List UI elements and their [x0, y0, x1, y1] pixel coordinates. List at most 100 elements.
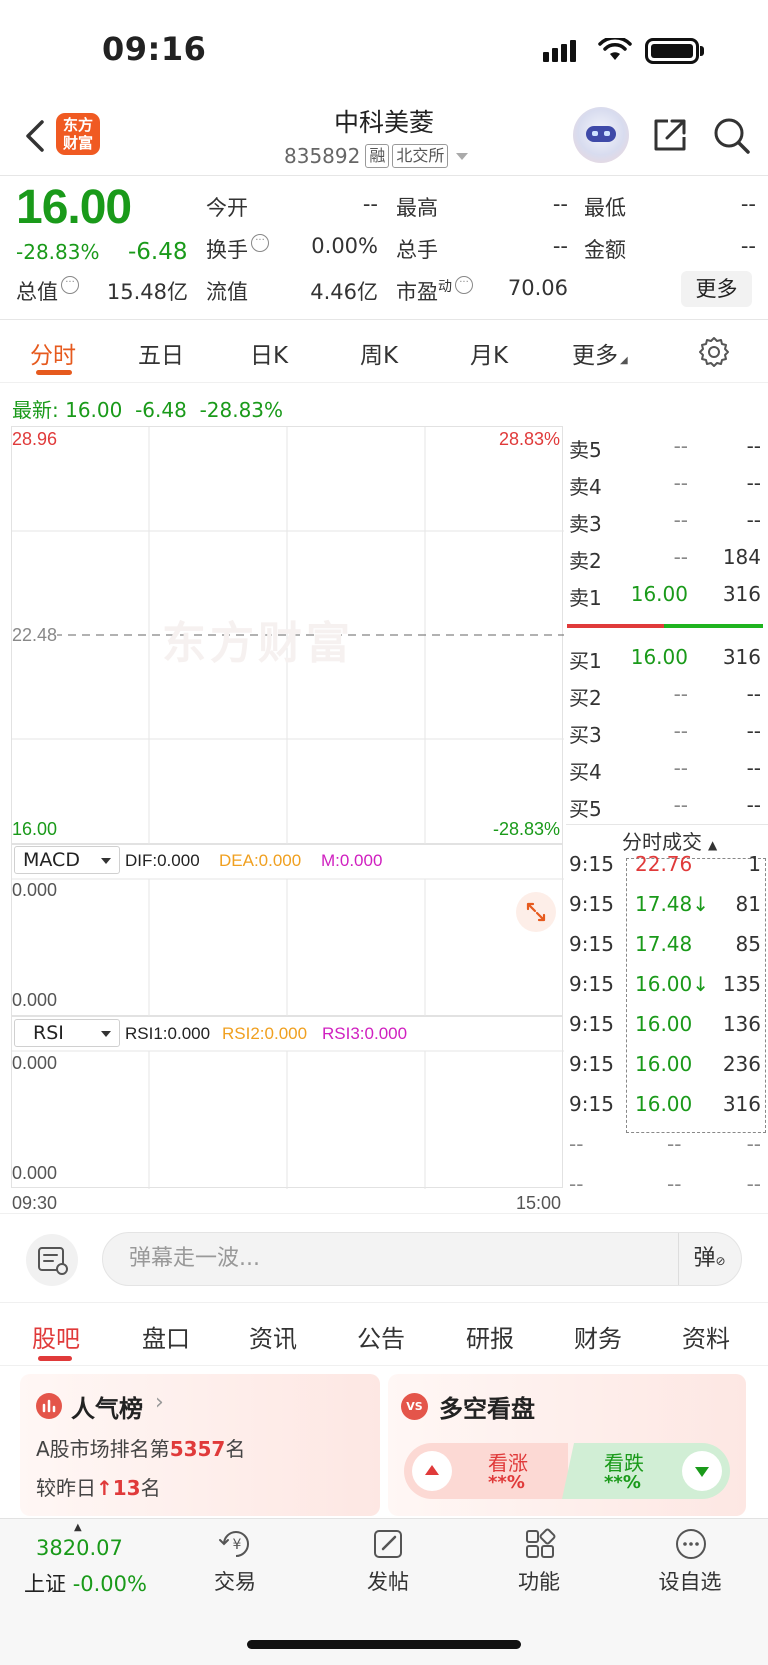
more-dots-icon[interactable]	[673, 1526, 709, 1562]
current-price: 16.00	[16, 181, 132, 234]
chevron-down-icon	[101, 1031, 111, 1037]
y-axis-top: 28.96	[12, 429, 58, 449]
watermark: 东方财富	[162, 618, 354, 669]
bid-volume: --	[746, 756, 761, 780]
tick-time: 9:15	[569, 972, 614, 996]
intraday-chart[interactable]: 东方财富 28.96 22.48 16.00 28.83% -28.83%	[11, 426, 564, 845]
share-icon[interactable]	[650, 115, 690, 155]
trade-tick-row: 9:15 17.48 85	[567, 932, 763, 972]
search-icon[interactable]	[711, 115, 751, 155]
macd-name: MACD	[23, 849, 80, 871]
trade-tick-row: 9:15 22.76 1	[567, 852, 763, 892]
tick-price: 16.00	[635, 1052, 693, 1076]
tab-profile[interactable]: 资料	[682, 1319, 730, 1354]
tab-research[interactable]: 研报	[466, 1319, 514, 1354]
amount-label: 金额	[584, 238, 626, 262]
wifi-icon	[598, 38, 632, 60]
turnover-label: 换手 ···	[206, 234, 269, 264]
tab-intraday[interactable]: 分时	[30, 336, 76, 370]
y-axis-bottom: 16.00	[12, 819, 58, 839]
tab-financials[interactable]: 财务	[574, 1319, 622, 1354]
post-icon[interactable]	[370, 1526, 406, 1562]
tab-news[interactable]: 资讯	[249, 1319, 297, 1354]
bear-button[interactable]: 看跌 **%	[562, 1443, 730, 1499]
macd-dea: DEA:0.000	[219, 851, 302, 870]
info-dots-icon[interactable]: ···	[455, 276, 473, 294]
expand-icon[interactable]	[516, 892, 556, 932]
trade-icon[interactable]: ¥	[218, 1526, 254, 1562]
bid-price: --	[673, 719, 688, 743]
tabs-divider	[0, 382, 768, 383]
tab-five-day[interactable]: 五日	[138, 336, 184, 370]
bid-label: 买3	[569, 723, 602, 747]
rsi-selector[interactable]: RSI	[14, 1019, 120, 1047]
home-indicator[interactable]	[247, 1640, 521, 1649]
macd-axis-top: 0.000	[12, 880, 58, 900]
rank-change-suffix: 名	[140, 1476, 161, 1500]
tab-guba[interactable]: 股吧	[32, 1319, 80, 1354]
gear-icon[interactable]	[698, 336, 730, 368]
index-value[interactable]: 3820.07	[36, 1536, 123, 1560]
nav-features[interactable]: 功能	[489, 1566, 589, 1596]
macd-selector[interactable]: MACD	[14, 846, 120, 874]
ask-label: 卖5	[569, 438, 602, 462]
latest-pct: -28.83%	[199, 398, 284, 422]
stock-code-row[interactable]: 835892 融 北交所	[284, 144, 469, 168]
cellular-signal-icon	[543, 40, 579, 62]
ask-row: 卖5 -- --	[567, 434, 763, 471]
danmu-input[interactable]: 弹幕走一波...	[102, 1232, 742, 1286]
info-dots-icon[interactable]: ···	[61, 276, 79, 294]
tab-announcements[interactable]: 公告	[357, 1319, 405, 1354]
index-name: 上证	[24, 1572, 66, 1596]
high-label: 最高	[396, 196, 438, 220]
bid-price: 16.00	[630, 645, 688, 669]
bid-volume: 316	[722, 645, 761, 669]
nav-trade[interactable]: 交易	[185, 1566, 285, 1596]
more-quote-button[interactable]: 更多	[681, 271, 752, 307]
open-value: --	[362, 192, 378, 216]
tab-weekly-k[interactable]: 周K	[360, 336, 398, 370]
pe-label: 市盈动 ···	[396, 276, 473, 306]
ask-row: 卖1 16.00 316	[567, 582, 763, 619]
features-grid-icon[interactable]	[522, 1526, 558, 1562]
nav-add-watchlist[interactable]: 设自选	[640, 1566, 740, 1596]
danmu-toggle-button[interactable]: 弹⊘	[678, 1233, 740, 1285]
trade-tick-row: 9:15 16.00↓ 135	[567, 972, 763, 1012]
volume-label: 总手	[396, 238, 438, 262]
rsi-name: RSI	[33, 1022, 64, 1044]
turnover-value: 0.00%	[311, 234, 378, 258]
pe-sup: 动	[438, 279, 452, 295]
bid-label: 买5	[569, 797, 602, 821]
bid-ratio-bar	[664, 624, 763, 628]
popularity-title: 人气榜	[71, 1395, 143, 1423]
tick-time: 9:15	[569, 1092, 614, 1116]
tab-daily-k[interactable]: 日K	[250, 336, 288, 370]
chevron-down-icon[interactable]	[456, 152, 469, 160]
rsi-3: RSI3:0.000	[322, 1024, 408, 1043]
tab-order-book[interactable]: 盘口	[142, 1319, 190, 1354]
mktcap-label-text: 总值	[16, 280, 58, 304]
rank-change-value: 13	[112, 1476, 141, 1500]
bull-button[interactable]: 看涨 **%	[404, 1443, 568, 1499]
danmu-settings-icon[interactable]	[26, 1234, 78, 1286]
status-time: 09:16	[102, 30, 207, 68]
tick-time: 9:15	[569, 1012, 614, 1036]
index-ticker[interactable]: 上证 -0.00%	[24, 1568, 147, 1598]
tick-time: 9:15	[569, 932, 614, 956]
trade-tick-row: 9:15 16.00 236	[567, 1052, 763, 1092]
tick-price: 17.48↓	[635, 892, 710, 916]
ai-assistant-avatar[interactable]	[573, 107, 629, 163]
rsi-axis-bottom: 0.000	[12, 1163, 58, 1183]
info-dots-icon[interactable]: ···	[251, 234, 269, 252]
tick-time: --	[569, 1132, 584, 1156]
nav-post[interactable]: 发帖	[338, 1566, 438, 1596]
trade-tick-row: -- -- --	[567, 1132, 763, 1172]
bid-volume: --	[746, 793, 761, 817]
bid-row: 买1 16.00 316	[567, 645, 763, 682]
tab-more[interactable]: 更多 ◢	[572, 336, 628, 370]
trade-ticks-header[interactable]: 分时成交 ▲	[622, 826, 717, 855]
tick-volume: 135	[722, 972, 761, 996]
latest-quote-row: 最新: 16.00 -6.48 -28.83%	[12, 394, 283, 423]
tab-monthly-k[interactable]: 月K	[470, 336, 508, 370]
rsi-2: RSI2:0.000	[222, 1024, 308, 1043]
